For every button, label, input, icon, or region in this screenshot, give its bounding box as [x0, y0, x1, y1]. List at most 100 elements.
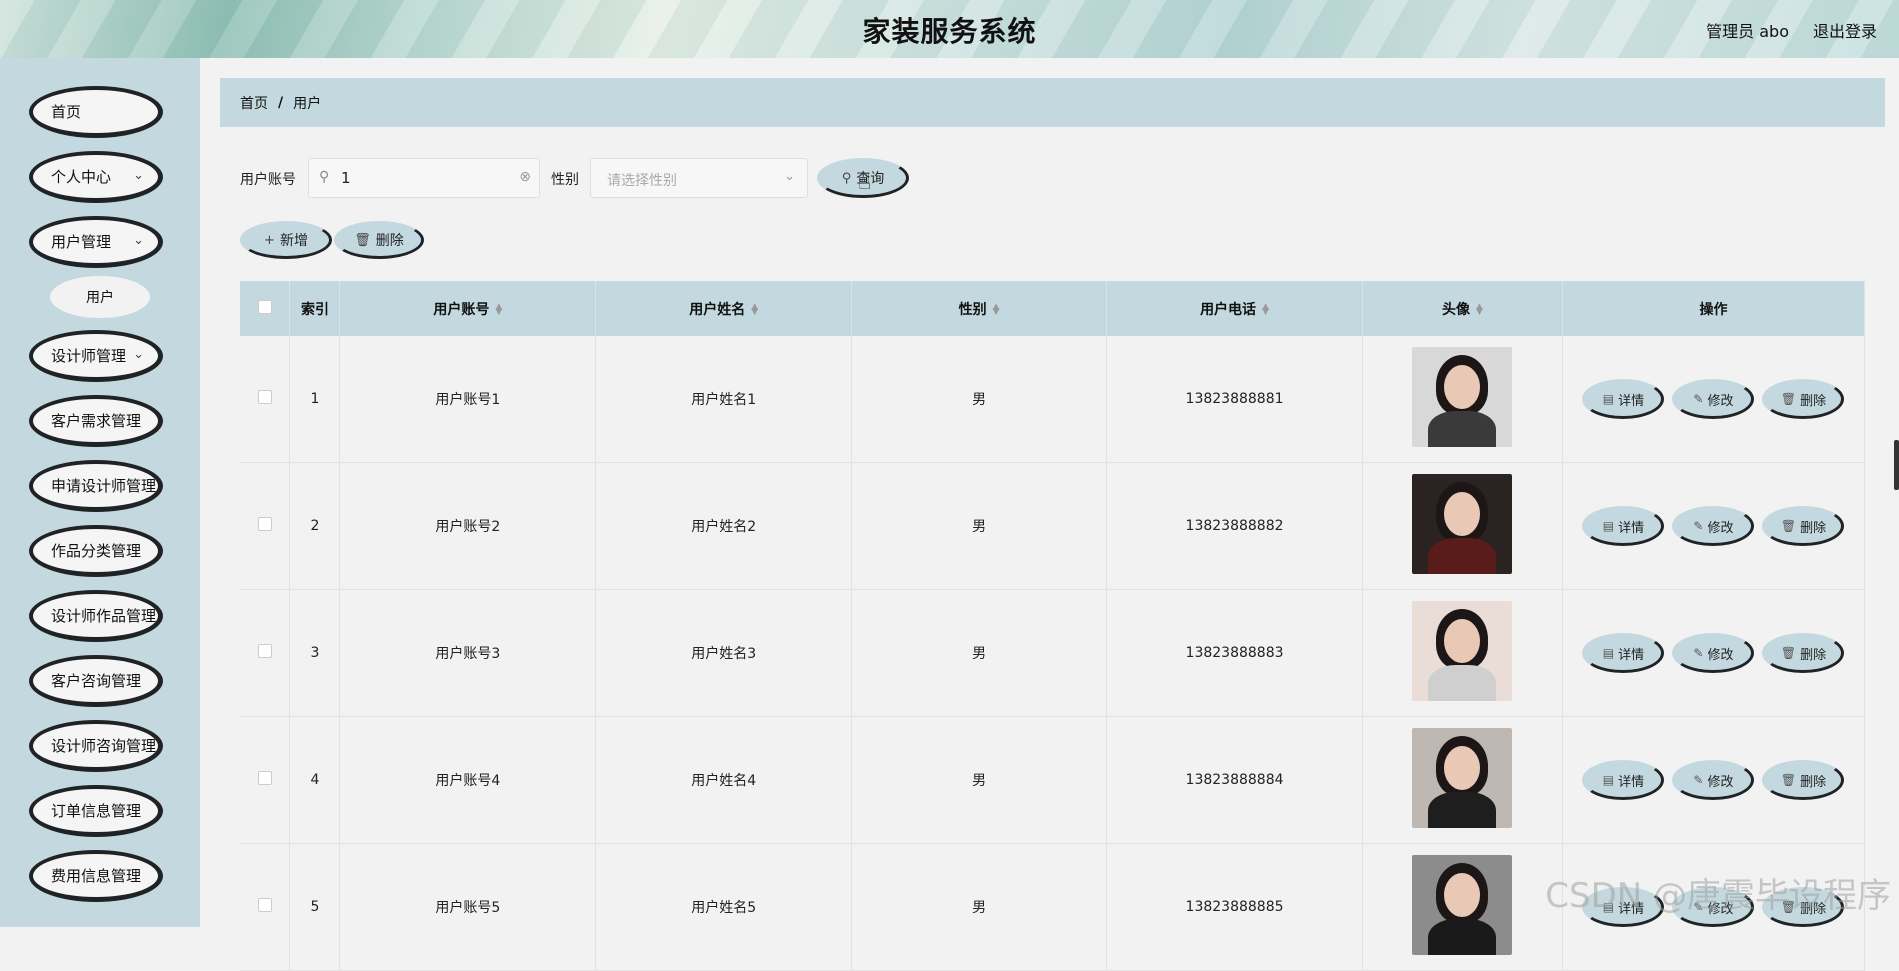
- column-header-index: 索引: [289, 281, 341, 336]
- document-icon: ▤: [1602, 646, 1615, 660]
- account-filter-label: 用户账号: [240, 172, 296, 188]
- row-avatar-cell: [1362, 716, 1563, 844]
- table-row: 2 用户账号2 用户姓名2 男 13823888882 ▤ 详情 ✎ 修改 🗑 删除: [240, 462, 1866, 590]
- row-checkbox[interactable]: [257, 390, 272, 404]
- row-index: 2: [289, 462, 341, 590]
- gender-select[interactable]: 请选择性别 ⌄: [590, 158, 808, 198]
- detail-button[interactable]: ▤ 详情: [1582, 506, 1665, 546]
- row-actions: ▤ 详情 ✎ 修改 🗑 删除: [1563, 506, 1864, 546]
- avatar-body: [1428, 792, 1497, 828]
- avatar-body: [1428, 665, 1497, 701]
- select-all-checkbox[interactable]: [257, 299, 272, 314]
- detail-button[interactable]: ▤ 详情: [1582, 633, 1665, 673]
- row-avatar-cell: [1362, 589, 1563, 717]
- logout-link[interactable]: 退出登录: [1813, 18, 1877, 42]
- avatar-body: [1428, 538, 1497, 574]
- avatar[interactable]: [1412, 347, 1513, 447]
- row-actions: ▤ 详情 ✎ 修改 🗑 删除: [1563, 633, 1864, 673]
- sort-icon[interactable]: ▲ ▼: [1262, 302, 1269, 316]
- gender-filter-label: 性别: [551, 172, 579, 188]
- detail-button[interactable]: ▤ 详情: [1582, 379, 1665, 419]
- column-header-phone[interactable]: 用户电话 ▲ ▼: [1106, 281, 1363, 336]
- clear-icon[interactable]: ⊗: [519, 169, 531, 185]
- sidebar-item-user-management[interactable]: 用户管理 ⌄: [29, 216, 163, 268]
- sidebar-item-fees[interactable]: 费用信息管理: [29, 850, 163, 902]
- delete-button[interactable]: 🗑 删除: [1762, 760, 1845, 800]
- row-name: 用户姓名3: [595, 589, 853, 717]
- row-gender: 男: [851, 462, 1108, 590]
- sidebar-item-work-categories[interactable]: 作品分类管理: [29, 525, 163, 577]
- row-phone: 13823888882: [1106, 462, 1363, 590]
- sidebar-item-customer-needs[interactable]: 客户需求管理: [29, 395, 163, 447]
- row-index: 5: [289, 843, 341, 971]
- delete-button[interactable]: 🗑 删除: [1762, 379, 1845, 419]
- row-actions-cell: ▤ 详情 ✎ 修改 🗑 删除: [1562, 589, 1866, 717]
- batch-delete-button-label: 删除: [375, 233, 404, 249]
- row-phone: 13823888883: [1106, 589, 1363, 717]
- account-search-input[interactable]: ⚲ 1 ⊗: [308, 158, 540, 198]
- sort-icon[interactable]: ▲ ▼: [751, 302, 758, 316]
- scrollbar[interactable]: [1894, 440, 1899, 490]
- delete-button[interactable]: 🗑 删除: [1762, 506, 1845, 546]
- row-checkbox[interactable]: [257, 644, 272, 658]
- sidebar-item-designer-applications[interactable]: 申请设计师管理: [29, 460, 163, 512]
- row-select-cell: [240, 589, 291, 717]
- edit-button[interactable]: ✎ 修改: [1672, 379, 1755, 419]
- delete-button[interactable]: 🗑 删除: [1762, 633, 1845, 673]
- avatar-body: [1428, 919, 1497, 955]
- row-gender: 男: [851, 716, 1108, 844]
- sidebar-item-orders[interactable]: 订单信息管理: [29, 785, 163, 837]
- row-checkbox[interactable]: [257, 517, 272, 531]
- table-row: 4 用户账号4 用户姓名4 男 13823888884 ▤ 详情 ✎ 修改 🗑 删除: [240, 716, 1866, 844]
- sort-icon[interactable]: ▲ ▼: [495, 302, 502, 316]
- document-icon: ▤: [1602, 519, 1615, 533]
- breadcrumb-home[interactable]: 首页: [240, 93, 268, 113]
- sidebar-item-label: 作品分类管理: [51, 542, 142, 560]
- row-checkbox[interactable]: [257, 898, 272, 912]
- row-phone: 13823888881: [1106, 336, 1363, 463]
- add-button[interactable]: + 新增: [240, 221, 332, 259]
- edit-button[interactable]: ✎ 修改: [1672, 760, 1755, 800]
- row-actions-cell: ▤ 详情 ✎ 修改 🗑 删除: [1562, 462, 1866, 590]
- sidebar-item-profile[interactable]: 个人中心 ⌄: [29, 151, 163, 203]
- select-all-cell: [240, 281, 291, 336]
- column-header-name[interactable]: 用户姓名 ▲ ▼: [595, 281, 853, 336]
- row-gender: 男: [851, 336, 1108, 463]
- avatar[interactable]: [1412, 601, 1513, 701]
- row-account: 用户账号2: [339, 462, 597, 590]
- column-header-gender[interactable]: 性别 ▲ ▼: [851, 281, 1108, 336]
- sort-icon[interactable]: ▲ ▼: [1476, 302, 1483, 316]
- avatar[interactable]: [1412, 855, 1513, 955]
- batch-delete-button[interactable]: 🗑 删除: [334, 221, 424, 259]
- edit-button[interactable]: ✎ 修改: [1672, 633, 1755, 673]
- delete-button-label: 删除: [1800, 774, 1827, 790]
- column-header-account[interactable]: 用户账号 ▲ ▼: [339, 281, 597, 336]
- pencil-icon: ✎: [1693, 392, 1704, 406]
- detail-button-label: 详情: [1618, 393, 1645, 409]
- sidebar-item-customer-consult[interactable]: 客户咨询管理: [29, 655, 163, 707]
- sidebar-item-designer-management[interactable]: 设计师管理 ⌄: [29, 330, 163, 382]
- avatar[interactable]: [1412, 474, 1513, 574]
- trash-icon: 🗑: [1780, 773, 1797, 787]
- sidebar-item-home[interactable]: 首页: [29, 86, 163, 138]
- sidebar-item-designer-works[interactable]: 设计师作品管理: [29, 590, 163, 642]
- edit-button-label: 修改: [1707, 393, 1734, 409]
- row-select-cell: [240, 843, 291, 971]
- row-actions: ▤ 详情 ✎ 修改 🗑 删除: [1563, 379, 1864, 419]
- edit-button-label: 修改: [1707, 647, 1734, 663]
- row-name: 用户姓名2: [595, 462, 853, 590]
- row-avatar-cell: [1362, 336, 1563, 463]
- row-checkbox[interactable]: [257, 771, 272, 785]
- sidebar-subitem-users[interactable]: 用户: [50, 276, 150, 318]
- row-phone: 13823888884: [1106, 716, 1363, 844]
- avatar[interactable]: [1412, 728, 1513, 828]
- sidebar-item-designer-consult[interactable]: 设计师咨询管理: [29, 720, 163, 772]
- chevron-down-icon: ⌄: [784, 169, 795, 184]
- detail-button[interactable]: ▤ 详情: [1582, 760, 1665, 800]
- edit-button[interactable]: ✎ 修改: [1672, 506, 1755, 546]
- row-name: 用户姓名5: [595, 843, 853, 971]
- trash-icon: 🗑: [1780, 519, 1797, 533]
- column-header-avatar[interactable]: 头像 ▲ ▼: [1362, 281, 1563, 336]
- pencil-icon: ✎: [1693, 773, 1704, 787]
- sort-icon[interactable]: ▲ ▼: [993, 302, 1000, 316]
